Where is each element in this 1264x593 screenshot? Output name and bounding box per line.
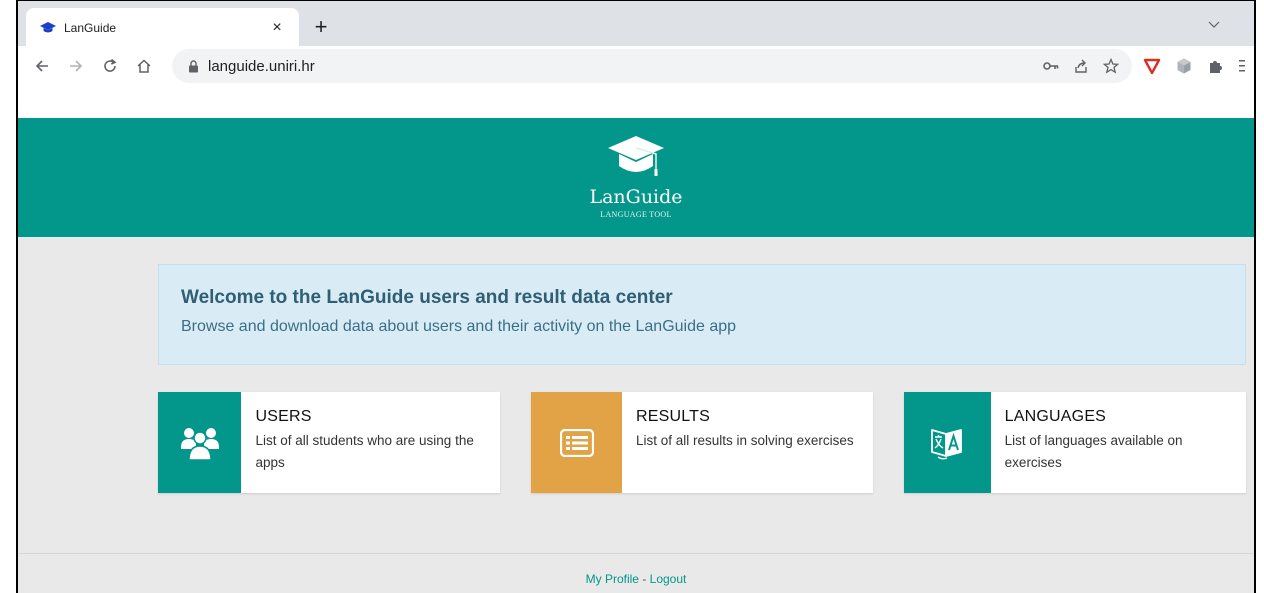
my-profile-link[interactable]: My Profile [586, 572, 639, 586]
languages-card-icon-panel [904, 392, 991, 493]
tab-search-chevron-icon[interactable] [1204, 15, 1224, 35]
users-card[interactable]: USERS List of all students who are using… [158, 392, 500, 493]
welcome-subtitle: Browse and download data about users and… [181, 318, 737, 335]
tab-close-icon[interactable]: × [267, 18, 287, 38]
users-card-description: List of all students who are using the a… [255, 433, 474, 470]
browser-toolbar: languide.uniri.hr [18, 46, 1254, 86]
footer-divider [18, 553, 1254, 554]
page-content: LanGuide LANGUAGE TOOL Welcome to the La… [18, 86, 1254, 593]
reload-icon[interactable] [96, 52, 124, 80]
browser-window: LanGuide × + languide.uniri.hr LanGuide … [16, 0, 1256, 593]
home-icon[interactable] [130, 52, 158, 80]
footer: My Profile - Logout [18, 572, 1254, 586]
forward-arrow-icon[interactable] [62, 52, 90, 80]
tab-strip: LanGuide × + [18, 0, 1254, 47]
graduation-cap-logo-icon [608, 136, 664, 176]
users-icon [180, 427, 219, 461]
browser-tab[interactable]: LanGuide × [26, 8, 299, 47]
address-bar[interactable]: languide.uniri.hr [172, 49, 1132, 83]
menu-icon[interactable] [1230, 52, 1250, 80]
site-header: LanGuide LANGUAGE TOOL [18, 118, 1254, 237]
users-card-icon-panel [158, 392, 242, 493]
share-icon[interactable] [1066, 51, 1096, 81]
graduation-cap-favicon-icon [40, 20, 56, 36]
puzzle-extensions-icon[interactable] [1202, 52, 1230, 80]
list-icon [559, 428, 594, 457]
tab-title: LanGuide [64, 20, 117, 35]
back-arrow-icon[interactable] [28, 52, 56, 80]
lock-icon[interactable] [186, 59, 200, 73]
welcome-banner: Welcome to the LanGuide users and result… [158, 264, 1246, 365]
welcome-title: Welcome to the LanGuide users and result… [181, 287, 673, 308]
logo-subtitle: LANGUAGE TOOL [600, 210, 672, 219]
logo-title: LanGuide [589, 186, 683, 208]
results-card[interactable]: RESULTS List of all results in solving e… [531, 392, 873, 493]
shield-extension-icon[interactable] [1138, 52, 1166, 80]
new-tab-button[interactable]: + [308, 14, 334, 40]
translate-icon [931, 428, 963, 459]
languages-card[interactable]: LANGUAGES List of languages available on… [904, 392, 1246, 493]
results-card-description: List of all results in solving exercises [636, 433, 854, 448]
bookmark-star-icon[interactable] [1096, 51, 1126, 81]
results-card-icon-panel [531, 392, 622, 493]
cube-extension-icon[interactable] [1170, 52, 1198, 80]
languages-card-title: LANGUAGES [1004, 408, 1107, 425]
logout-link[interactable]: Logout [650, 572, 687, 586]
results-card-title: RESULTS [636, 408, 711, 425]
users-card-title: USERS [255, 408, 312, 425]
languages-card-description: List of languages available on exercises [1004, 433, 1183, 470]
footer-separator: - [638, 572, 650, 586]
url-text[interactable]: languide.uniri.hr [208, 58, 1036, 75]
password-key-icon[interactable] [1036, 51, 1066, 81]
